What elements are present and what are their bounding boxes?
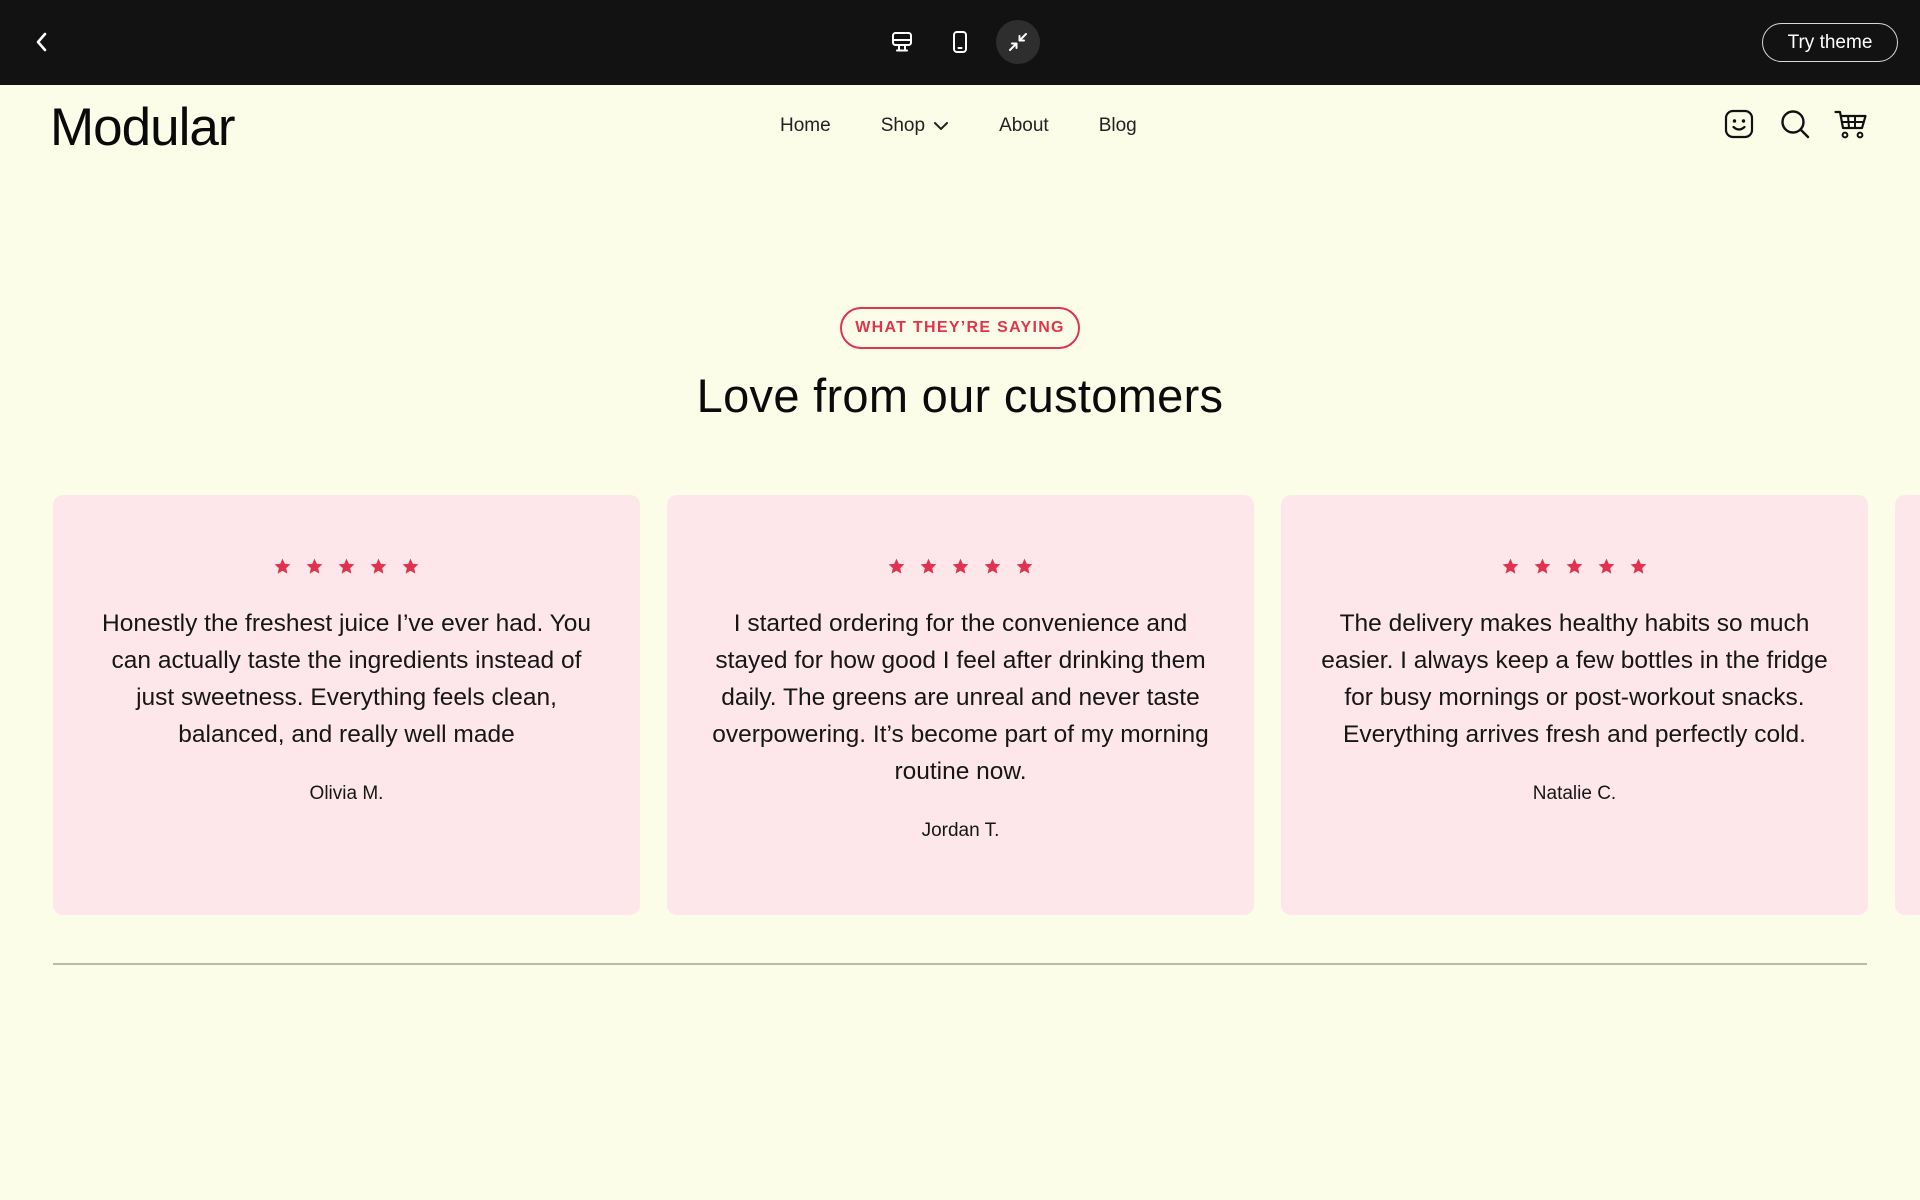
cart-icon <box>1834 110 1867 139</box>
section-eyebrow-badge: WHAT THEY’RE SAYING <box>840 307 1080 349</box>
desktop-view-button[interactable] <box>880 20 924 64</box>
mobile-icon <box>953 31 967 53</box>
testimonial-author: Olivia M. <box>309 783 384 804</box>
nav-home-label: Home <box>780 115 831 136</box>
desktop-icon <box>892 32 912 52</box>
preview-toolbar: Try theme <box>0 0 1920 85</box>
account-button[interactable] <box>1722 107 1756 141</box>
search-icon <box>1781 110 1810 139</box>
back-button[interactable] <box>22 22 62 62</box>
star-icon <box>1502 558 1519 574</box>
device-switcher <box>880 20 1040 64</box>
star-icon <box>1598 558 1615 574</box>
star-rating <box>1501 555 1648 577</box>
star-icon <box>274 558 291 574</box>
try-theme-button[interactable]: Try theme <box>1762 23 1898 62</box>
star-icon <box>888 558 905 574</box>
star-icon <box>1016 558 1033 574</box>
store-logo[interactable]: Modular <box>50 97 235 158</box>
testimonial-quote: Honestly the freshest juice I’ve ever ha… <box>102 610 591 748</box>
testimonial-card: The delivery makes healthy habits so muc… <box>1281 495 1868 915</box>
cart-button[interactable] <box>1834 107 1868 141</box>
star-icon <box>306 558 323 574</box>
nav-blog[interactable]: Blog <box>1099 115 1137 137</box>
testimonial-quote: The delivery makes healthy habits so muc… <box>1321 610 1828 748</box>
star-rating <box>273 555 420 577</box>
collapse-arrows-icon <box>1009 33 1027 51</box>
nav-blog-label: Blog <box>1098 115 1137 136</box>
account-smiley-icon <box>1724 109 1754 139</box>
testimonial-card: I started ordering for the convenience a… <box>667 495 1254 915</box>
star-icon <box>338 558 355 574</box>
star-icon <box>1566 558 1583 574</box>
mobile-view-button[interactable] <box>938 20 982 64</box>
nav-shop[interactable]: Shop <box>881 115 949 137</box>
search-button[interactable] <box>1778 107 1812 141</box>
star-icon <box>920 558 937 574</box>
testimonial-quote: I started ordering for the convenience a… <box>712 610 1209 785</box>
nav-about-label: About <box>999 115 1049 136</box>
star-icon <box>1534 558 1551 574</box>
section-divider <box>53 963 1867 965</box>
star-icon <box>402 558 419 574</box>
main-nav: Home Shop About Blog <box>780 115 1137 137</box>
star-icon <box>370 558 387 574</box>
testimonial-card: Honestly the freshest juice I’ve ever ha… <box>53 495 640 915</box>
star-icon <box>952 558 969 574</box>
store-header: Modular Home Shop About Blog <box>0 85 1920 165</box>
testimonial-author: Natalie C. <box>1532 783 1617 804</box>
nav-shop-label: Shop <box>880 115 926 136</box>
chevron-down-icon <box>934 122 949 130</box>
testimonial-carousel: Honestly the freshest juice I’ve ever ha… <box>53 495 1920 915</box>
testimonial-card-peek[interactable] <box>1895 495 1920 915</box>
star-icon <box>1630 558 1647 574</box>
star-icon <box>984 558 1001 574</box>
nav-home[interactable]: Home <box>780 115 831 137</box>
header-actions <box>1722 107 1868 141</box>
collapse-view-button[interactable] <box>996 20 1040 64</box>
star-rating <box>887 555 1034 577</box>
section-title: Love from our customers <box>696 369 1224 422</box>
nav-about[interactable]: About <box>999 115 1049 137</box>
chevron-left-icon <box>36 32 47 52</box>
testimonial-author: Jordan T. <box>921 820 1000 841</box>
